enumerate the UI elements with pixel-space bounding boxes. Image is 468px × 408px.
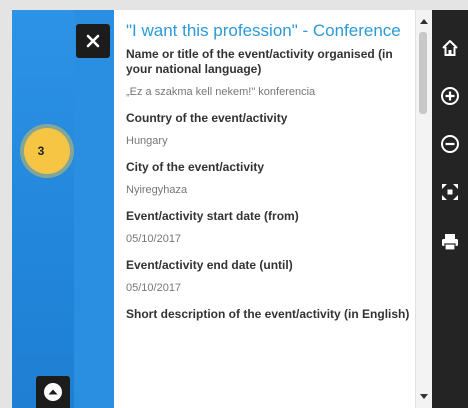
fullscreen-button[interactable] [432, 174, 468, 210]
print-button[interactable] [432, 224, 468, 260]
map-area[interactable] [12, 10, 74, 408]
scroll-thumb[interactable] [419, 32, 427, 114]
field-label-city: City of the event/activity [126, 160, 265, 174]
expand-up-button[interactable] [36, 376, 70, 408]
zoom-in-button[interactable] [432, 78, 468, 114]
close-popup-button[interactable] [76, 24, 110, 58]
home-button[interactable] [432, 30, 468, 66]
popup-scrollbar[interactable] [415, 10, 432, 408]
field-label-country: Country of the event/activity [126, 111, 288, 125]
field-value-country: Hungary [126, 135, 168, 147]
scroll-down-arrow[interactable] [418, 390, 430, 402]
field-value-start-date: 05/10/2017 [126, 233, 182, 245]
zoom-in-icon [441, 87, 459, 105]
event-detail-popup: "I want this profession" - Conference Na… [114, 10, 432, 408]
field-label-end-date: Event/activity end date (until) [126, 258, 293, 272]
home-icon [442, 40, 458, 56]
field-label-name: Name or title of the event/activity orga… [126, 47, 393, 76]
close-icon [86, 34, 100, 48]
content-fade [114, 394, 416, 408]
event-title: "I want this profession" - Conference [126, 21, 401, 40]
fullscreen-icon [442, 184, 458, 200]
cluster-count: 3 [37, 144, 45, 158]
field-label-description: Short description of the event/activity … [126, 307, 410, 321]
chevron-up-circle-icon [44, 383, 62, 401]
triangle-down-icon [420, 394, 428, 399]
print-icon [442, 234, 458, 251]
map-cluster-marker[interactable]: 3 [24, 128, 70, 174]
field-label-start-date: Event/activity start date (from) [126, 209, 299, 223]
map-viewer: 3 "I want this profession" - Conference … [12, 10, 468, 408]
field-value-name: „Ez a szakma kell nekem!" konferencia [126, 86, 316, 98]
zoom-out-button[interactable] [432, 126, 468, 162]
triangle-up-icon [420, 19, 428, 24]
map-toolbar [432, 10, 468, 408]
field-value-city: Nyiregyhaza [126, 184, 188, 196]
zoom-out-icon [441, 135, 459, 153]
scroll-up-arrow[interactable] [418, 16, 430, 28]
field-value-end-date: 05/10/2017 [126, 282, 182, 294]
popup-content: "I want this profession" - Conference Na… [126, 20, 410, 334]
